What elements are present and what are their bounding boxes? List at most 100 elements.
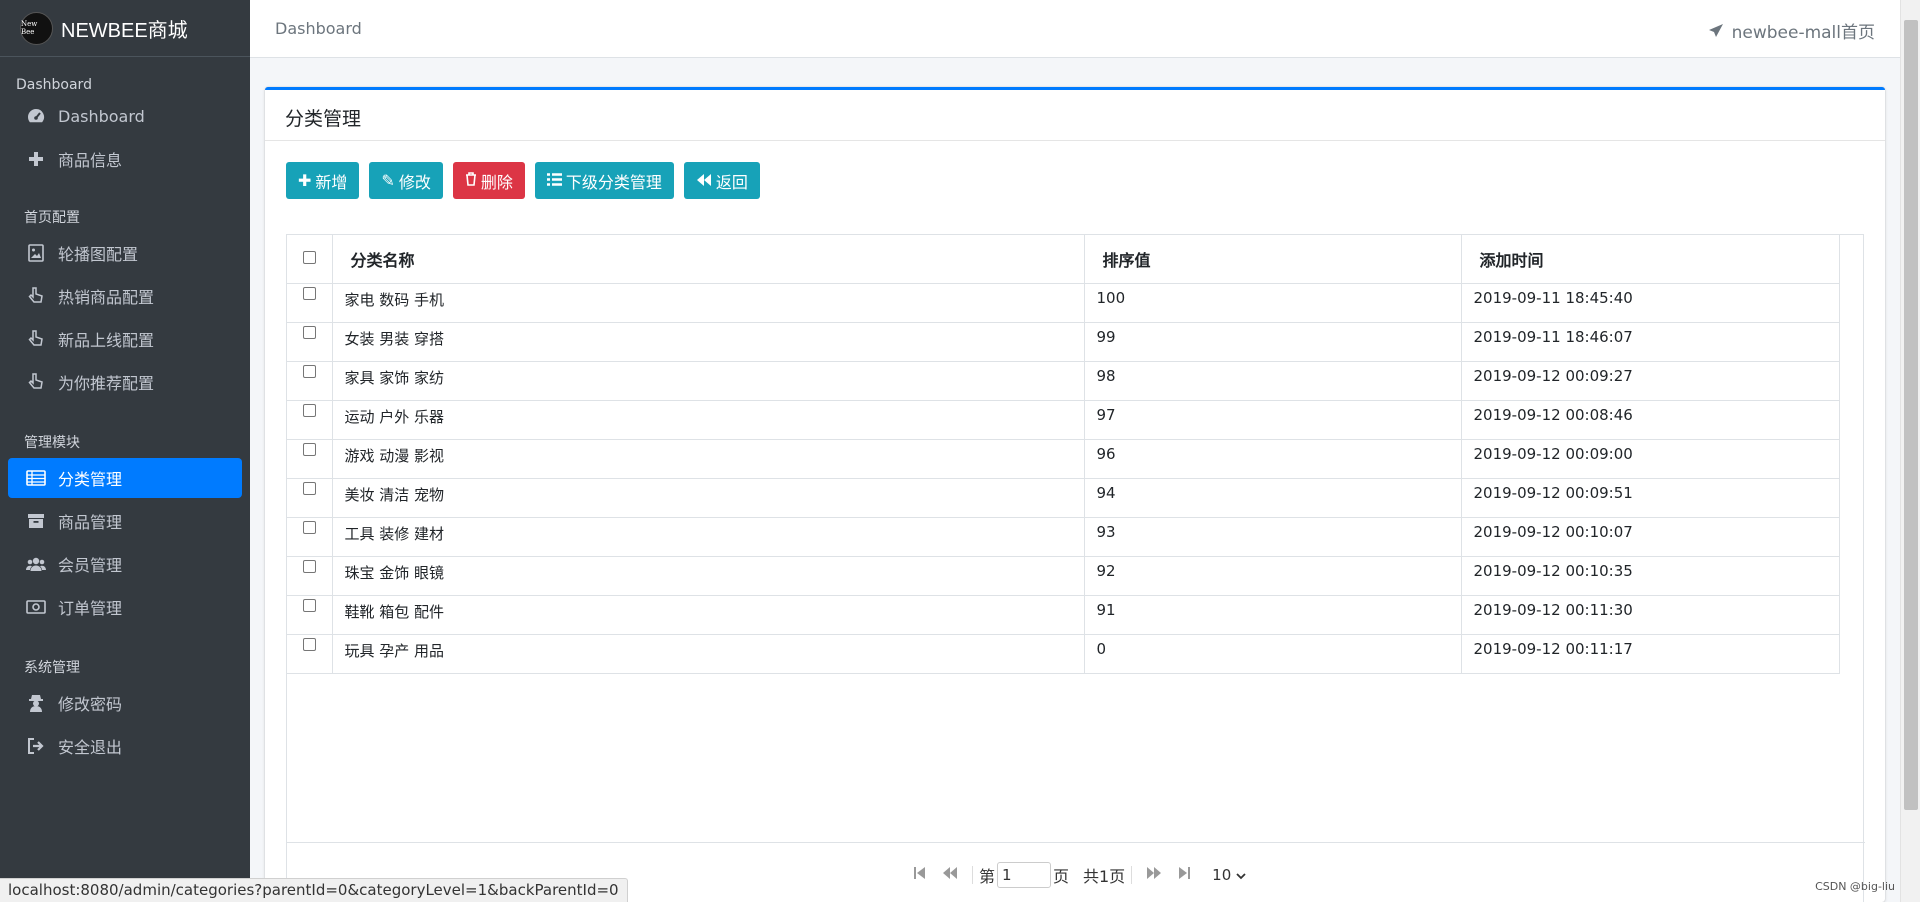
row-select-cell	[287, 477, 333, 518]
cell-name: 玩具 孕产 用品	[331, 633, 1085, 674]
cell-name: 珠宝 金饰 眼镜	[331, 555, 1085, 596]
sidebar-item-orders[interactable]: 订单管理	[8, 587, 242, 627]
breadcrumb[interactable]: Dashboard	[275, 19, 362, 38]
cell-rank: 96	[1083, 438, 1462, 479]
table-row[interactable]: 家电 数码 手机 100 2019-09-11 18:45:40	[287, 282, 1840, 323]
table-row[interactable]: 玩具 孕产 用品 0 2019-09-12 00:11:17	[287, 633, 1840, 674]
row-select-cell	[287, 594, 333, 635]
select-all-cell	[287, 235, 333, 284]
page-number-input[interactable]: 1	[996, 861, 1051, 888]
table-row[interactable]: 女装 男装 穿搭 99 2019-09-11 18:46:07	[287, 321, 1840, 362]
cell-name: 鞋靴 箱包 配件	[331, 594, 1085, 635]
home-link[interactable]: newbee-mall首页	[1708, 18, 1875, 43]
sidebar: New Bee NEWBEE商城 Dashboard Dashboard 商品信…	[0, 0, 250, 902]
cell-rank: 0	[1083, 633, 1462, 674]
table-row[interactable]: 鞋靴 箱包 配件 91 2019-09-12 00:11:30	[287, 594, 1840, 635]
row-checkbox[interactable]	[302, 481, 316, 495]
scrollbar-thumb[interactable]	[1904, 20, 1918, 810]
subcategory-button-label: 下级分类管理	[565, 172, 662, 192]
tachometer-icon	[26, 106, 46, 126]
table-row[interactable]: 游戏 动漫 影视 96 2019-09-12 00:09:00	[287, 438, 1840, 479]
sidebar-item-goods[interactable]: 商品管理	[8, 501, 242, 541]
table-row[interactable]: 美妆 清洁 宠物 94 2019-09-12 00:09:51	[287, 477, 1840, 518]
cell-name: 家具 家饰 家纺	[331, 360, 1085, 401]
prev-page-icon[interactable]	[942, 866, 958, 883]
table-row[interactable]: 运动 户外 乐器 97 2019-09-12 00:08:46	[287, 399, 1840, 440]
subcategory-button[interactable]: 下级分类管理	[534, 162, 674, 199]
row-checkbox[interactable]	[302, 637, 316, 651]
trash-icon	[465, 171, 477, 190]
row-checkbox[interactable]	[302, 403, 316, 417]
sidebar-item-label: 热销商品配置	[58, 288, 155, 307]
cell-rank: 97	[1083, 399, 1462, 440]
sidebar-item-hot[interactable]: 热销商品配置	[8, 276, 242, 316]
pager-prefix: 第	[978, 866, 995, 886]
delete-button-label: 删除	[480, 172, 513, 192]
hand-pointer-icon	[26, 286, 46, 306]
column-header-time[interactable]: 添加时间	[1460, 235, 1840, 284]
table-row[interactable]: 珠宝 金饰 眼镜 92 2019-09-12 00:10:35	[287, 555, 1840, 596]
cell-name: 游戏 动漫 影视	[331, 438, 1085, 479]
brand[interactable]: New Bee NEWBEE商城	[0, 0, 250, 57]
sidebar-item-label: 商品管理	[58, 513, 123, 532]
plus-icon	[26, 149, 46, 169]
vertical-scrollbar[interactable]	[1900, 0, 1920, 902]
sidebar-item-carousel[interactable]: 轮播图配置	[8, 233, 242, 273]
hand-pointer-icon	[26, 329, 46, 349]
edit-button[interactable]: ✎ 修改	[369, 162, 443, 199]
cell-time: 2019-09-12 00:11:17	[1460, 633, 1840, 674]
list-icon	[546, 171, 562, 190]
sidebar-item-goods-info[interactable]: 商品信息	[8, 139, 242, 179]
table-row[interactable]: 家具 家饰 家纺 98 2019-09-12 00:09:27	[287, 360, 1840, 401]
image-icon	[26, 243, 46, 263]
back-button-label: 返回	[715, 172, 748, 192]
sidebar-item-new[interactable]: 新品上线配置	[8, 319, 242, 359]
pager-separator	[971, 865, 973, 884]
sidebar-item-label: 订单管理	[58, 599, 123, 618]
sign-out-icon	[26, 736, 46, 756]
row-checkbox[interactable]	[302, 364, 316, 378]
row-checkbox[interactable]	[302, 598, 316, 612]
select-all-checkbox[interactable]	[302, 251, 316, 265]
delete-button[interactable]: 删除	[452, 162, 525, 199]
add-button[interactable]: ✚ 新增	[286, 162, 360, 199]
card-title: 分类管理	[265, 90, 1885, 141]
pager-page-suffix: 页	[1052, 866, 1069, 886]
status-bar-url: localhost:8080/admin/categories?parentId…	[0, 878, 628, 902]
sidebar-item-recommend[interactable]: 为你推荐配置	[8, 362, 242, 402]
row-checkbox[interactable]	[302, 559, 316, 573]
page-size-select[interactable]: 10	[1212, 866, 1246, 884]
cell-time: 2019-09-12 00:10:07	[1460, 516, 1840, 557]
table-row[interactable]: 工具 装修 建材 93 2019-09-12 00:10:07	[287, 516, 1840, 557]
list-icon	[26, 468, 46, 488]
first-page-icon[interactable]	[913, 866, 926, 884]
sidebar-item-users[interactable]: 会员管理	[8, 544, 242, 584]
sidebar-item-logout[interactable]: 安全退出	[8, 726, 242, 766]
sidebar-item-label: 会员管理	[58, 556, 123, 575]
table-header-row: 分类名称 排序值 添加时间	[287, 235, 1840, 284]
sidebar-item-label: 轮播图配置	[58, 245, 139, 264]
category-card: 分类管理 ✚ 新增 ✎ 修改 删除 下级分类管理 返回 分类名称 排序值 添加时…	[265, 87, 1885, 902]
column-header-name[interactable]: 分类名称	[331, 235, 1085, 284]
column-header-rank[interactable]: 排序值	[1083, 235, 1462, 284]
back-button[interactable]: 返回	[683, 162, 760, 199]
sidebar-item-dashboard[interactable]: Dashboard	[8, 96, 242, 136]
archive-icon	[26, 511, 46, 531]
cell-time: 2019-09-12 00:09:51	[1460, 477, 1840, 518]
row-checkbox[interactable]	[302, 286, 316, 300]
sidebar-item-password[interactable]: 修改密码	[8, 683, 242, 723]
sidebar-item-label: 新品上线配置	[58, 331, 155, 350]
next-page-icon[interactable]	[1146, 866, 1162, 883]
users-icon	[26, 554, 46, 574]
cell-name: 美妆 清洁 宠物	[331, 477, 1085, 518]
category-table: 分类名称 排序值 添加时间 家电 数码 手机 100 2019-09-11 18:4…	[287, 235, 1840, 674]
row-checkbox[interactable]	[302, 442, 316, 456]
cell-rank: 94	[1083, 477, 1462, 518]
row-checkbox[interactable]	[302, 520, 316, 534]
cell-rank: 93	[1083, 516, 1462, 557]
last-page-icon[interactable]	[1178, 866, 1191, 884]
row-checkbox[interactable]	[302, 325, 316, 339]
brand-title: NEWBEE商城	[61, 19, 188, 42]
brand-logo: New Bee	[20, 11, 53, 45]
sidebar-item-category[interactable]: 分类管理	[8, 458, 242, 498]
